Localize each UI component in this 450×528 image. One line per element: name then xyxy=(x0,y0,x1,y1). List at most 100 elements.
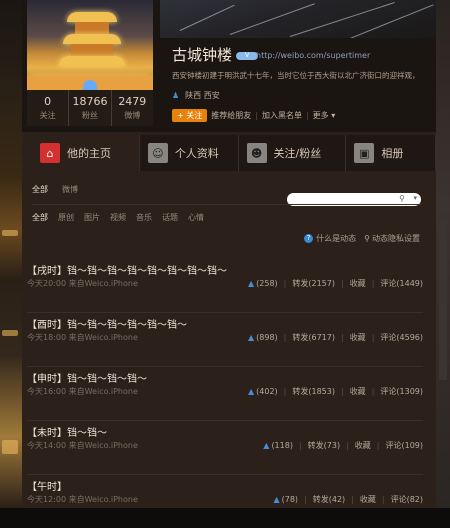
background-left-strip xyxy=(0,0,22,508)
stat-following[interactable]: 0 关注 xyxy=(27,90,70,126)
post-text: 【戌时】铛～铛～铛～铛～铛～铛～铛～铛～ xyxy=(27,266,227,277)
repost-link[interactable]: 转发(1853) xyxy=(292,386,335,397)
post-meta: 今天16:00 来自Weico.iPhone xyxy=(27,386,138,397)
stat-posts[interactable]: 2479 微博 xyxy=(112,90,153,126)
post-text: 【午时】 xyxy=(27,482,67,493)
tab-album[interactable]: ▣ 相册 xyxy=(346,135,437,171)
comment-link[interactable]: 评论(82) xyxy=(391,494,423,505)
post-source[interactable]: 来自Weico.iPhone xyxy=(69,441,138,450)
feed-filters: 全部 原创 图片 视频 音乐 话题 心情 xyxy=(32,212,214,223)
recommend-link[interactable]: 推荐给朋友 xyxy=(211,110,251,121)
like-count[interactable]: (118) xyxy=(271,441,293,450)
background-light xyxy=(2,230,18,236)
post-time[interactable]: 今天20:00 xyxy=(27,279,66,288)
post-actions: ▲ (78) | 转发(42) | 收藏 | 评论(82) xyxy=(273,494,423,505)
feed-privacy-link[interactable]: 动态隐私设置 xyxy=(372,233,420,244)
banner-sky xyxy=(160,0,436,38)
favorite-link[interactable]: 收藏 xyxy=(350,386,366,397)
filter-mood[interactable]: 心情 xyxy=(188,212,204,223)
favorite-link[interactable]: 收藏 xyxy=(360,494,376,505)
post-meta: 今天18:00 来自Weico.iPhone xyxy=(27,332,138,343)
filter-topic[interactable]: 话题 xyxy=(162,212,178,223)
what-is-feed-link[interactable]: 什么是动态 xyxy=(316,233,356,244)
subtab-weibo[interactable]: 微博 xyxy=(62,184,78,195)
background-light xyxy=(2,440,18,454)
feed-post: 【戌时】铛～铛～铛～铛～铛～铛～铛～铛～ 今天20:00 来自Weico.iPh… xyxy=(27,262,423,313)
profile-name: 古城钟楼 xyxy=(172,46,233,64)
profile-actions: + 关注 推荐给朋友 | 加入黑名单 | 更多 ▾ xyxy=(172,109,335,122)
post-source[interactable]: 来自Weico.iPhone xyxy=(69,387,138,396)
search-icon[interactable]: ⚲ xyxy=(399,194,405,203)
favorite-link[interactable]: 收藏 xyxy=(350,332,366,343)
filter-music[interactable]: 音乐 xyxy=(136,212,152,223)
blacklist-link[interactable]: 加入黑名单 xyxy=(262,110,302,121)
post-actions: ▲ (898) | 转发(6717) | 收藏 | 评论(4596) xyxy=(248,332,423,343)
post-source[interactable]: 来自Weico.iPhone xyxy=(69,333,138,342)
like-count[interactable]: (898) xyxy=(256,333,278,342)
like-icon[interactable]: ▲ xyxy=(248,387,254,396)
divider xyxy=(32,204,422,205)
like-icon[interactable]: ▲ xyxy=(248,333,254,342)
repost-link[interactable]: 转发(6717) xyxy=(292,332,335,343)
filter-original[interactable]: 原创 xyxy=(58,212,74,223)
post-time[interactable]: 今天12:00 xyxy=(27,495,66,504)
tab-profile[interactable]: ☺ 个人资料 xyxy=(140,135,239,171)
comment-link[interactable]: 评论(4596) xyxy=(380,332,423,343)
post-text: 【申时】铛～铛～铛～铛～ xyxy=(27,374,147,385)
background-right-strip xyxy=(436,0,450,508)
filter-images[interactable]: 图片 xyxy=(84,212,100,223)
tab-following-fans[interactable]: ☻ 关注/粉丝 xyxy=(239,135,347,171)
like-count[interactable]: (78) xyxy=(282,495,298,504)
feed-post: 【酉时】铛～铛～铛～铛～铛～铛～ 今天18:00 来自Weico.iPhone … xyxy=(27,316,423,367)
like-count[interactable]: (258) xyxy=(256,279,278,288)
scrollbar[interactable] xyxy=(439,220,447,380)
home-icon: ⌂ xyxy=(40,143,60,163)
repost-link[interactable]: 转发(2157) xyxy=(292,278,335,289)
camera-icon: ▣ xyxy=(354,143,375,163)
post-actions: ▲ (402) | 转发(1853) | 收藏 | 评论(1309) xyxy=(248,386,423,397)
like-icon[interactable]: ▲ xyxy=(248,279,254,288)
comment-link[interactable]: 评论(1309) xyxy=(380,386,423,397)
lock-icon: ⚲ xyxy=(364,234,370,243)
post-source[interactable]: 来自Weico.iPhone xyxy=(69,495,138,504)
filter-all[interactable]: 全部 xyxy=(32,212,48,223)
profile-tabs: ⌂ 他的主页 ☺ 个人资料 ☻ 关注/粉丝 ▣ 相册 xyxy=(22,135,437,171)
background-light xyxy=(2,330,18,336)
like-icon[interactable]: ▲ xyxy=(263,441,269,450)
comment-link[interactable]: 评论(109) xyxy=(385,440,423,451)
like-icon[interactable]: ▲ xyxy=(273,495,279,504)
follow-button[interactable]: + 关注 xyxy=(172,109,208,122)
feed-post: 【午时】 今天12:00 来自Weico.iPhone ▲ (78) | 转发(42… xyxy=(27,478,423,528)
subtab-all[interactable]: 全部 xyxy=(32,184,48,195)
post-time[interactable]: 今天18:00 xyxy=(27,333,66,342)
feed-post: 【申时】铛～铛～铛～铛～ 今天16:00 来自Weico.iPhone ▲ (40… xyxy=(27,370,423,421)
help-links: ? 什么是动态 ⚲ 动态隐私设置 xyxy=(304,233,420,244)
like-count[interactable]: (402) xyxy=(256,387,278,396)
profile-description: 西安钟楼初建于明洪武十七年，当时它位于西大街以北广济街口的迎祥观， xyxy=(172,71,420,80)
bell-tower-image xyxy=(59,12,125,76)
filter-video[interactable]: 视频 xyxy=(110,212,126,223)
post-meta: 今天14:00 来自Weico.iPhone xyxy=(27,440,138,451)
comment-link[interactable]: 评论(1449) xyxy=(380,278,423,289)
more-menu[interactable]: 更多 ▾ xyxy=(313,110,336,121)
chevron-down-icon[interactable]: ▾ xyxy=(413,194,417,202)
post-meta: 今天12:00 来自Weico.iPhone xyxy=(27,494,138,505)
favorite-link[interactable]: 收藏 xyxy=(350,278,366,289)
repost-link[interactable]: 转发(73) xyxy=(308,440,340,451)
person-icon: ☺ xyxy=(147,143,168,163)
stat-followers[interactable]: 18766 粉丝 xyxy=(69,90,112,126)
feed-post: 【未时】铛～铛～ 今天14:00 来自Weico.iPhone ▲ (118) |… xyxy=(27,424,423,475)
profile-url-link[interactable]: http://weibo.com/supertimer xyxy=(256,51,370,60)
avatar[interactable] xyxy=(27,0,153,90)
post-time[interactable]: 今天14:00 xyxy=(27,441,66,450)
post-actions: ▲ (258) | 转发(2157) | 收藏 | 评论(1449) xyxy=(248,278,423,289)
repost-link[interactable]: 转发(42) xyxy=(313,494,345,505)
post-actions: ▲ (118) | 转发(73) | 收藏 | 评论(109) xyxy=(263,440,423,451)
favorite-link[interactable]: 收藏 xyxy=(355,440,371,451)
post-time[interactable]: 今天16:00 xyxy=(27,387,66,396)
person-icon: ♟ xyxy=(172,91,180,100)
post-meta: 今天20:00 来自Weico.iPhone xyxy=(27,278,138,289)
tab-home[interactable]: ⌂ 他的主页 xyxy=(22,135,140,171)
post-text: 【未时】铛～铛～ xyxy=(27,428,107,439)
post-source[interactable]: 来自Weico.iPhone xyxy=(69,279,138,288)
